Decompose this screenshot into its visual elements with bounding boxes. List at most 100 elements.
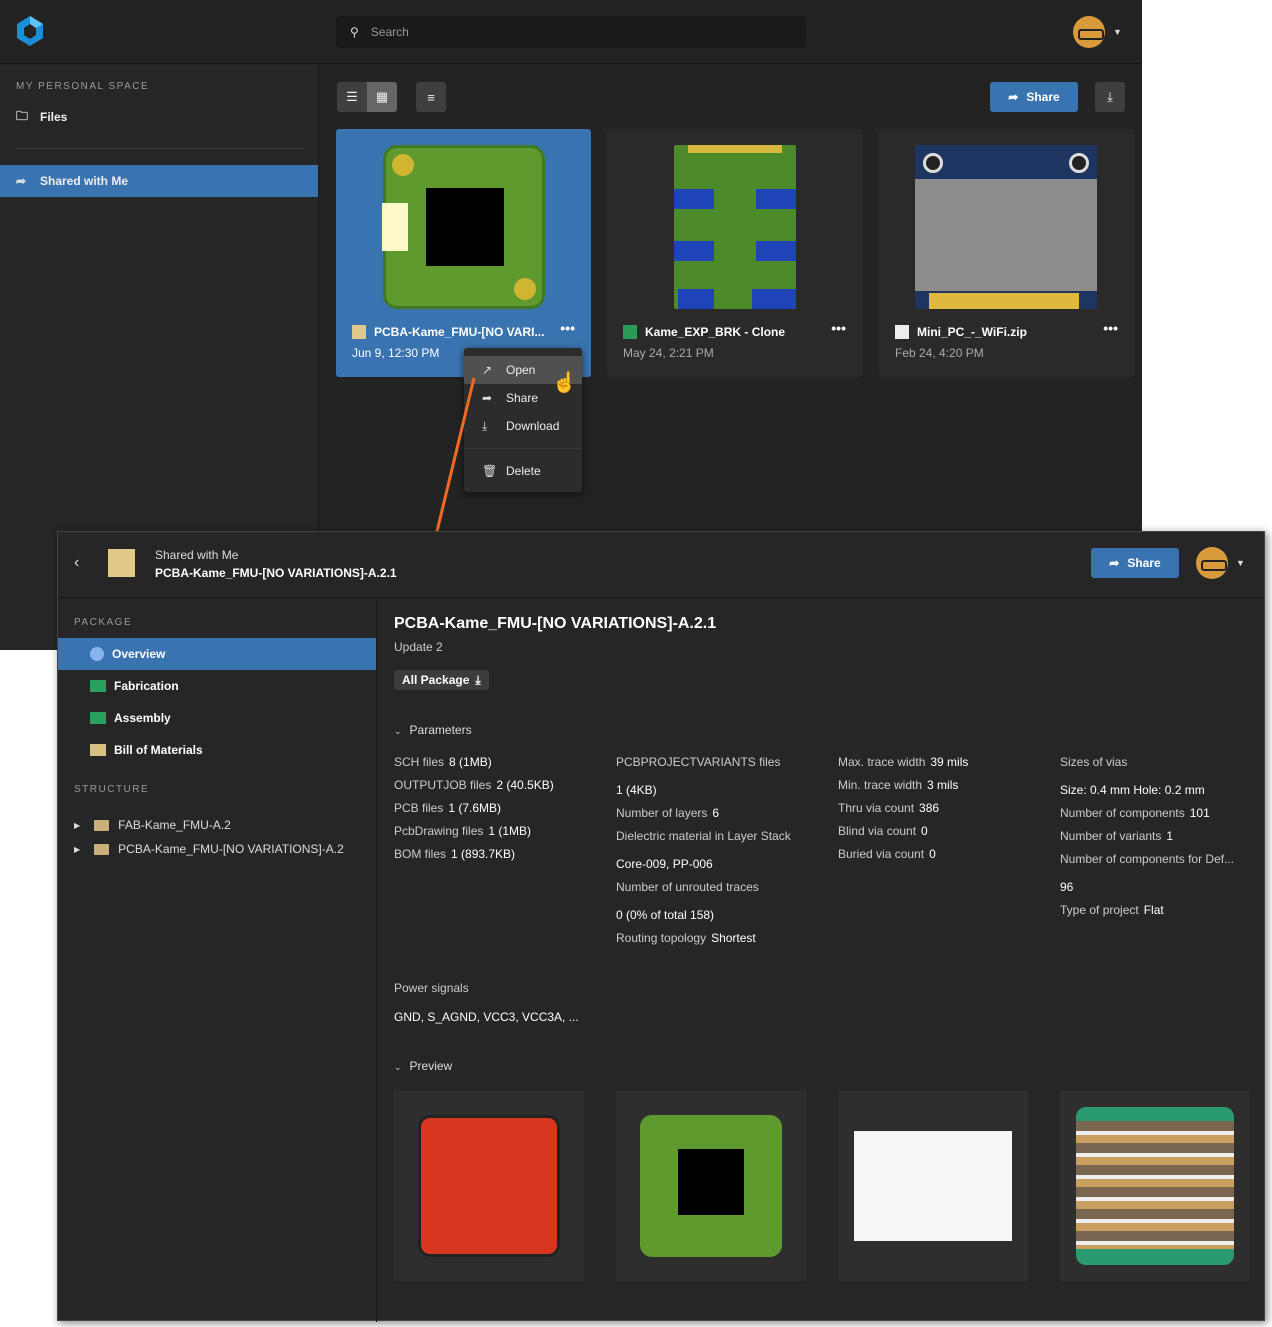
preview-pcb-3d[interactable] [616,1091,806,1281]
parameter-row: Thru via count 386 [838,801,1060,815]
parameter-row: BOM files 1 (893.7KB) [394,847,616,861]
parameter-text: Type of project [1060,903,1139,917]
parameters-toggle[interactable]: ⌄ Parameters [394,723,472,737]
parameter-text: 1 (7.6MB) [448,801,502,815]
package-detail-window: ‹ Shared with Me PCBA-Kame_FMU-[NO VARIA… [57,531,1265,1322]
tree-item[interactable]: ▶ PCBA-Kame_FMU-[NO VARIATIONS]-A.2 [58,837,376,861]
fabrication-icon [90,680,106,692]
parameter-text: Min. trace width [838,778,923,792]
parameter-text: 6 [712,806,720,820]
parameter-row: Core-009, PP-006 [616,857,713,871]
overview-panel: PCBA-Kame_FMU-[NO VARIATIONS]-A.2.1 Upda… [378,599,1264,1320]
parameter-text: PcbDrawing files [394,824,484,838]
power-signals-label: Power signals [394,981,469,995]
parameter-text: OUTPUTJOB files [394,778,492,792]
preview-layer-stack[interactable] [1060,1091,1250,1281]
parameter-text: SCH files [394,755,445,769]
parameter-text: Blind via count [838,824,917,838]
nav-fabrication[interactable]: Fabrication [58,670,376,702]
parameters-column: SCH files 8 (1MB) OUTPUTJOB files 2 (40.5K… [394,755,616,870]
parameter-text: Flat [1143,903,1164,917]
parameter-row: Number of layers 6 [616,806,838,820]
parameter-text: Number of variants [1060,829,1162,843]
preview-toggle[interactable]: ⌄ Preview [394,1059,452,1073]
parameter-row: 1 (4KB) [616,783,657,797]
expand-icon[interactable]: ▶ [74,821,80,830]
parameter-text: FAB-Kame_FMU-A.2 [118,818,231,832]
parameter-row: PCBPROJECTVARIANTS files [616,755,781,769]
nav-overview[interactable]: Overview [58,638,376,670]
parameter-row: Number of components 101 [1060,806,1260,820]
power-signals-value: GND, S_AGND, VCC3, VCC3A, ... [394,1010,579,1024]
nav-assembly[interactable]: Assembly [58,702,376,734]
nav-bill-of-materials[interactable]: Bill of Materials [58,734,376,766]
parameter-text: Preview [409,1059,453,1073]
parameter-text: Thru via count [838,801,915,815]
breadcrumb-parent[interactable]: Shared with Me [155,548,238,562]
breadcrumb-title: PCBA-Kame_FMU-[NO VARIATIONS]-A.2.1 [155,566,397,580]
parameter-row: Max. trace width 39 mils [838,755,1060,769]
parameter-text: Number of components [1060,806,1185,820]
detail-header: ‹ Shared with Me PCBA-Kame_FMU-[NO VARIA… [58,532,1264,598]
parameter-text: 386 [919,801,940,815]
parameters-column: Max. trace width 39 mils Min. trace width… [838,755,1060,870]
tree-item[interactable]: ▶ FAB-Kame_FMU-A.2 [58,813,376,837]
parameter-text: 39 mils [930,755,969,769]
package-icon [108,549,135,577]
chevron-down-icon: ⌄ [394,1062,402,1072]
parameter-text: Fabrication [114,679,179,693]
preview-pcb-2d[interactable] [394,1091,584,1281]
parameter-text: 1 (893.7KB) [451,847,516,861]
parameter-row: Routing topology Shortest [616,931,838,945]
folder-icon [94,843,110,855]
parameter-row: Number of variants 1 [1060,829,1260,843]
share-button[interactable]: ➦ Share [1091,548,1179,578]
user-menu[interactable]: ▼ [1196,547,1245,579]
download-icon: ⤓ [475,672,481,687]
overview-icon [90,647,104,661]
chevron-down-icon: ⌄ [394,726,402,736]
all-package-download-button[interactable]: All Package ⤓ [394,670,489,690]
parameter-row: 96 [1060,880,1074,894]
parameter-text: 0 [921,824,928,838]
parameter-row: SCH files 8 (1MB) [394,755,616,769]
parameter-text: Max. trace width [838,755,926,769]
parameter-row: Dielectric material in Layer Stack [616,829,791,843]
back-icon[interactable]: ‹ [74,554,79,572]
parameter-text: Number of layers [616,806,708,820]
parameter-text: Bill of Materials [114,743,203,757]
folder-icon [94,819,110,831]
parameter-row: Size: 0.4 mm Hole: 0.2 mm [1060,783,1205,797]
parameter-text: All Package [402,673,470,687]
parameter-row: Min. trace width 3 mils [838,778,1060,792]
parameter-text: Share [1127,556,1161,570]
parameter-row: 0 (0% of total 158) [616,908,715,922]
parameter-row: Sizes of vias [1060,755,1128,769]
parameter-text: Routing topology [616,931,707,945]
preview-drawing[interactable] [838,1091,1028,1281]
parameter-row: Number of unrouted traces [616,880,759,894]
parameter-text: PCB files [394,801,444,815]
parameter-text: 3 mils [927,778,959,792]
parameter-row: PcbDrawing files 1 (1MB) [394,824,616,838]
parameter-text: Buried via count [838,847,925,861]
arrow-annotation [425,377,476,563]
parameter-row: OUTPUTJOB files 2 (40.5KB) [394,778,616,792]
parameter-text: Shortest [711,931,756,945]
parameter-text: 101 [1189,806,1210,820]
version-label: Update 2 [394,640,443,654]
parameter-row: Blind via count 0 [838,824,1060,838]
parameter-row: Buried via count 0 [838,847,1060,861]
chevron-down-icon: ▼ [1236,558,1245,568]
page-title: PCBA-Kame_FMU-[NO VARIATIONS]-A.2.1 [394,615,717,632]
package-sidebar: PACKAGE Overview Fabrication Assembly Bi… [58,599,377,1322]
assembly-icon [90,712,106,724]
share-icon: ➦ [1109,556,1120,570]
parameter-row: PCB files 1 (7.6MB) [394,801,616,815]
parameters-column: Sizes of vias Size: 0.4 mm Hole: 0.2 mm … [1060,755,1260,926]
section-heading: PACKAGE [74,617,133,628]
expand-icon[interactable]: ▶ [74,845,80,854]
parameter-text: Overview [112,647,166,661]
bom-icon [90,744,106,756]
parameter-text: 1 (1MB) [488,824,532,838]
